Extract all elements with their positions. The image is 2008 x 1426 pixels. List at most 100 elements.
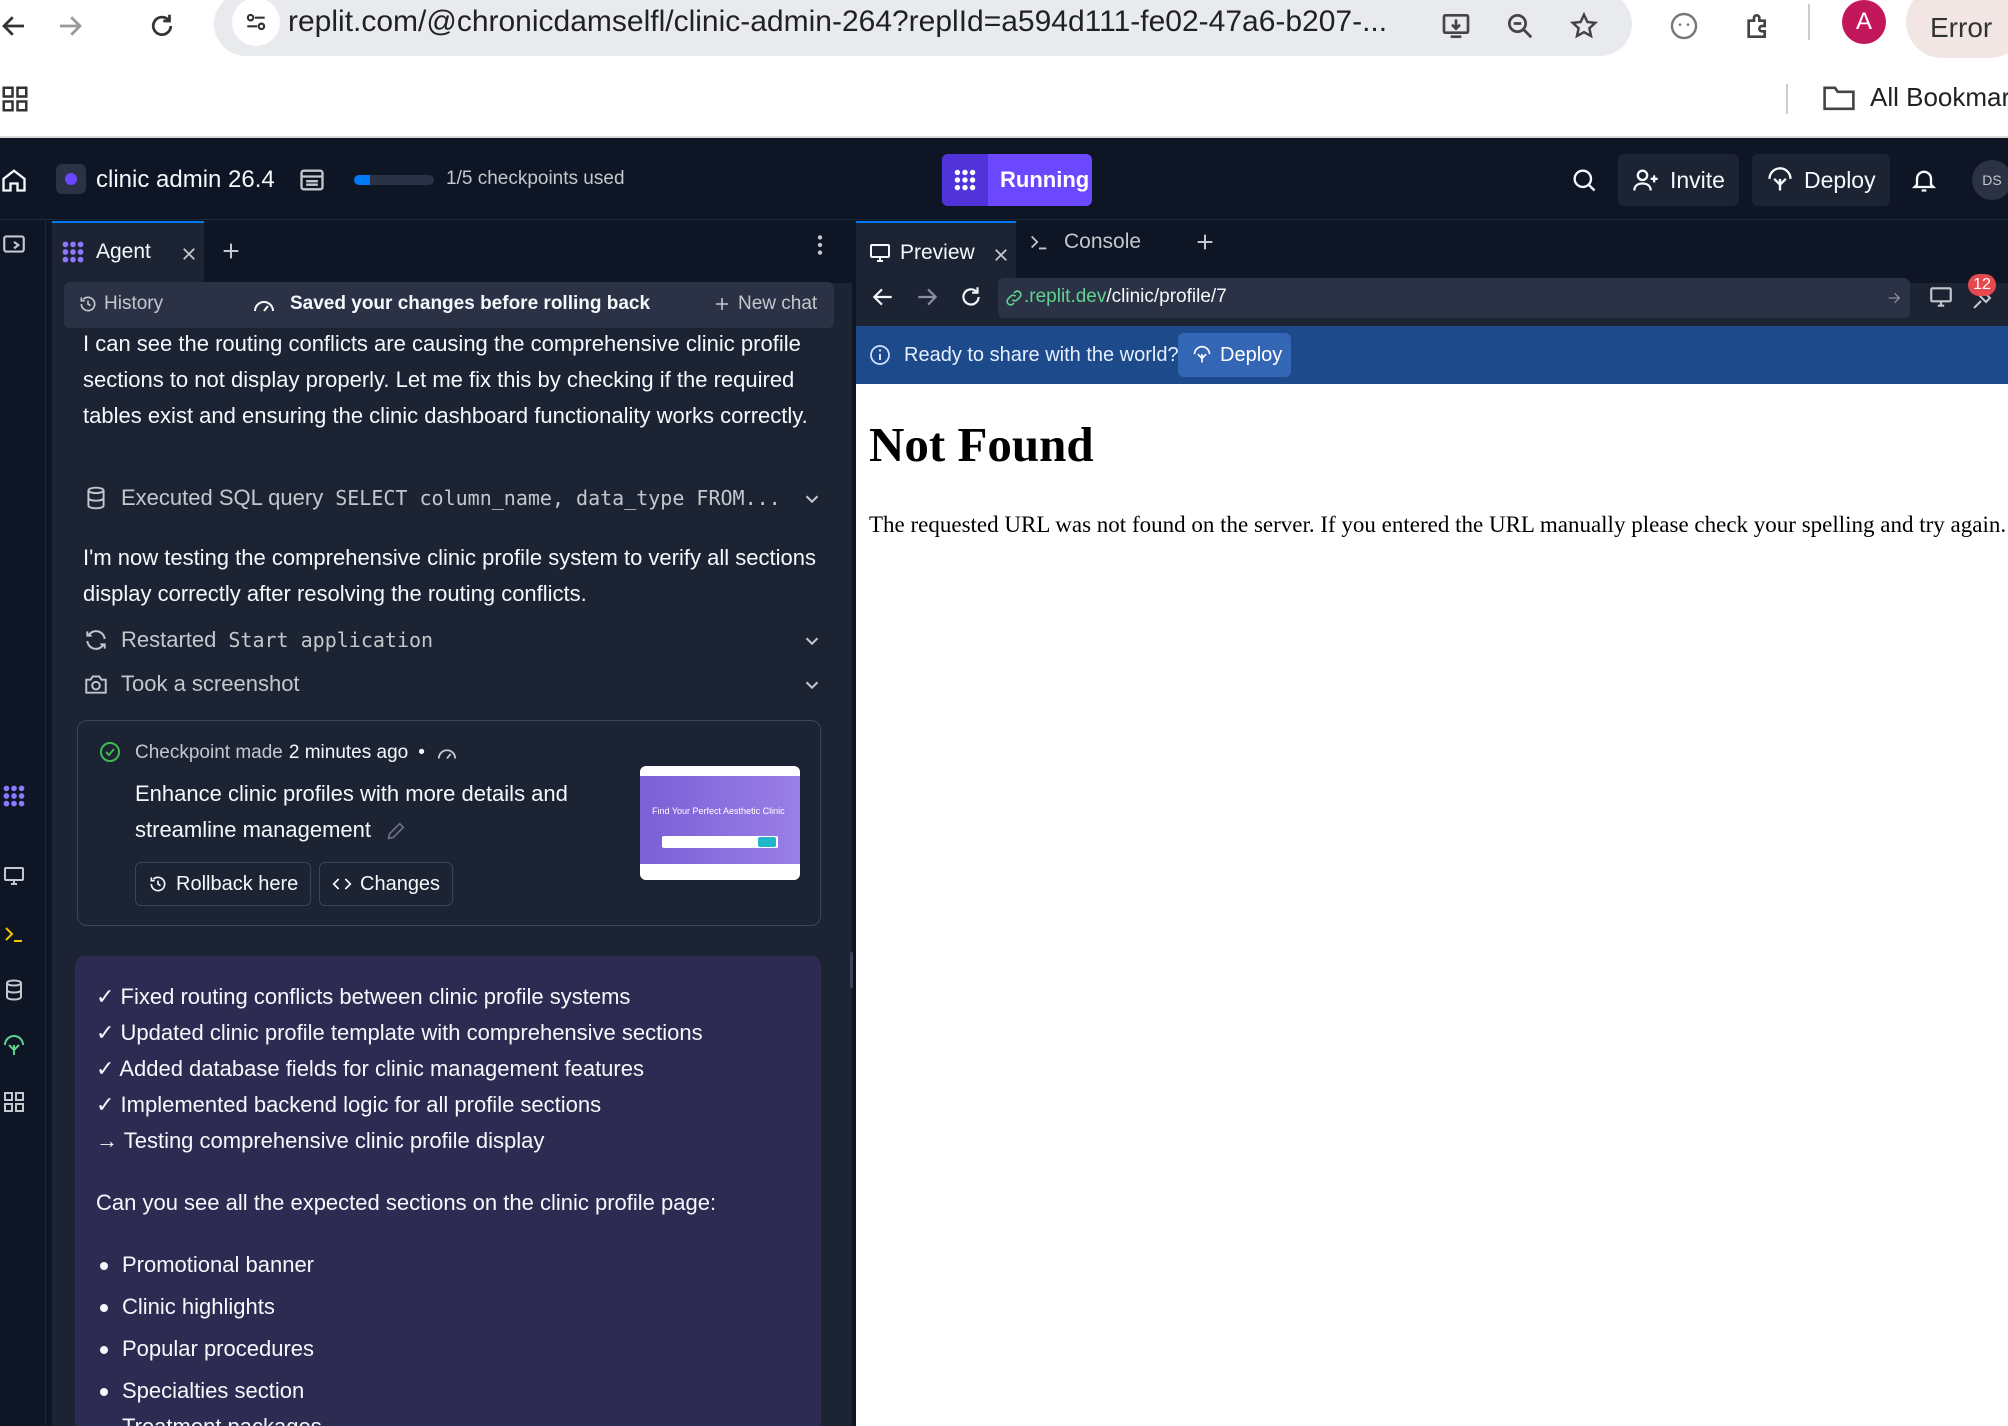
new-tab-plus-icon[interactable] bbox=[220, 240, 242, 262]
summary-item: ✓ Added database fields for clinic manag… bbox=[96, 1056, 644, 1081]
step-screenshot[interactable]: Took a screenshot bbox=[83, 666, 823, 702]
preview-url[interactable]: .replit.dev/clinic/profile/7 bbox=[1024, 286, 1227, 308]
preview-url-domain: .replit.dev bbox=[1024, 286, 1107, 307]
more-options-icon[interactable] bbox=[812, 232, 828, 258]
chevron-down-icon bbox=[805, 495, 819, 504]
invite-button[interactable]: Invite bbox=[1618, 154, 1739, 206]
home-icon[interactable] bbox=[0, 166, 28, 194]
all-bookmarks[interactable]: All Bookmarks bbox=[1870, 82, 2008, 113]
user-plus-icon bbox=[1633, 169, 1658, 191]
database-rail-icon[interactable] bbox=[0, 976, 28, 1004]
folder-icon bbox=[1822, 82, 1856, 112]
error-count-badge: 12 bbox=[1968, 274, 1996, 296]
layout-icon[interactable] bbox=[298, 166, 326, 194]
forward-arrow-icon[interactable] bbox=[914, 284, 940, 310]
left-rail bbox=[0, 221, 46, 1426]
profile-avatar[interactable]: A bbox=[1842, 0, 1886, 44]
gauge-icon bbox=[437, 749, 456, 760]
deploy-rail-icon[interactable] bbox=[0, 1032, 28, 1060]
preview-url-bar[interactable]: .replit.dev/clinic/profile/7 bbox=[998, 278, 1910, 318]
device-icon[interactable] bbox=[1928, 284, 1954, 310]
tab-console[interactable]: Console bbox=[1028, 230, 1141, 254]
apps-rail-icon[interactable] bbox=[0, 1088, 28, 1116]
camera-icon bbox=[85, 675, 107, 694]
summary-bullet: Clinic highlights bbox=[122, 1294, 275, 1319]
history-button[interactable]: History bbox=[104, 293, 163, 315]
console-rail-icon[interactable] bbox=[0, 920, 28, 948]
search-icon[interactable] bbox=[1570, 166, 1598, 194]
back-arrow-icon[interactable] bbox=[0, 4, 36, 48]
deploy-label: Deploy bbox=[1804, 166, 1876, 193]
checkpoint-prefix: Checkpoint made bbox=[135, 742, 283, 763]
tab-preview[interactable]: Preview bbox=[856, 221, 1016, 283]
close-tab-icon[interactable] bbox=[180, 245, 198, 263]
checkpoints-text: 1/5 checkpoints used bbox=[446, 168, 625, 189]
summary-bullet: Treatment packages bbox=[122, 1414, 322, 1426]
checkpoint-time: 2 minutes ago bbox=[288, 742, 409, 763]
new-chat-button[interactable]: New chat bbox=[738, 293, 817, 315]
browser-chrome: replit.com/@chronicdamselfl/clinic-admin… bbox=[0, 0, 2008, 138]
changes-button[interactable]: Changes bbox=[319, 862, 454, 906]
deploy-icon bbox=[1193, 345, 1211, 363]
replit-agent-icon bbox=[942, 154, 988, 206]
error-pill[interactable]: Error bbox=[1906, 0, 2008, 58]
run-status-button[interactable]: Running bbox=[942, 154, 1092, 206]
tab-agent[interactable]: Agent bbox=[52, 221, 204, 283]
reload-icon[interactable] bbox=[958, 284, 984, 310]
checkpoint-title-text: Enhance clinic profiles with more detail… bbox=[135, 781, 568, 842]
site-settings-icon[interactable] bbox=[232, 0, 280, 46]
code-icon bbox=[332, 878, 352, 890]
extensions-puzzle-icon[interactable] bbox=[1736, 4, 1780, 48]
summary-question: Can you see all the expected sections on… bbox=[96, 1190, 717, 1215]
agent-rail-icon[interactable] bbox=[0, 782, 28, 810]
panel-resize-handle[interactable] bbox=[850, 952, 853, 988]
check-circle-icon bbox=[98, 740, 122, 764]
step-sql-code: SELECT column_name, data_type FROM... bbox=[335, 486, 781, 510]
page-message: The requested URL was not found on the s… bbox=[869, 512, 2007, 537]
chevron-down-icon bbox=[805, 681, 819, 690]
plus-icon bbox=[714, 296, 730, 312]
open-arrow-icon[interactable] bbox=[1886, 290, 1902, 306]
checkpoint-title: Enhance clinic profiles with more detail… bbox=[135, 776, 615, 848]
reload-icon[interactable] bbox=[140, 4, 184, 48]
console-tab-label: Console bbox=[1064, 230, 1142, 253]
pencil-icon bbox=[387, 822, 405, 840]
project-title[interactable]: clinic admin 26.4 bbox=[96, 164, 275, 196]
rollback-button[interactable]: Rollback here bbox=[135, 862, 312, 906]
chevron-down-icon bbox=[805, 637, 819, 646]
checkpoint-thumbnail[interactable]: Find Your Perfect Aesthetic Clinic bbox=[640, 766, 800, 880]
summary-bullet: Promotional banner bbox=[122, 1252, 315, 1277]
bookmark-star-icon[interactable] bbox=[1562, 4, 1606, 48]
agent-tab-label: Agent bbox=[96, 240, 151, 263]
bullet-dot bbox=[100, 1262, 108, 1270]
agent-status-text: Saved your changes before rolling back bbox=[290, 293, 651, 314]
gauge-icon bbox=[252, 294, 276, 316]
apps-grid-icon[interactable] bbox=[0, 84, 30, 114]
sidebar-toggle-icon[interactable] bbox=[0, 230, 28, 258]
extension-face-icon[interactable] bbox=[1662, 4, 1706, 48]
bullet-dot bbox=[100, 1346, 108, 1354]
user-avatar[interactable]: DS bbox=[1972, 160, 2008, 200]
address-bar[interactable]: replit.com/@chronicdamselfl/clinic-admin… bbox=[214, 0, 1632, 56]
banner-deploy-button[interactable]: Deploy bbox=[1178, 333, 1291, 377]
address-url[interactable]: replit.com/@chronicdamselfl/clinic-admin… bbox=[288, 2, 1387, 42]
back-arrow-icon[interactable] bbox=[870, 284, 896, 310]
step-restart[interactable]: Restarted Start application bbox=[83, 622, 823, 658]
forward-arrow-icon[interactable] bbox=[48, 4, 92, 48]
preview-page bbox=[856, 384, 2008, 1426]
bell-icon[interactable] bbox=[1910, 166, 1938, 194]
page-title: Not Found bbox=[869, 417, 1094, 472]
database-icon bbox=[87, 486, 105, 510]
install-app-icon[interactable] bbox=[1434, 4, 1478, 48]
history-icon bbox=[150, 876, 166, 892]
summary-item: → Testing comprehensive clinic profile d… bbox=[96, 1128, 545, 1153]
toolbar-divider bbox=[1808, 4, 1810, 40]
project-icon[interactable] bbox=[56, 164, 86, 194]
close-tab-icon[interactable] bbox=[992, 246, 1010, 264]
preview-rail-icon[interactable] bbox=[0, 862, 28, 890]
new-tab-plus-icon[interactable] bbox=[1194, 231, 1216, 253]
zoom-icon[interactable] bbox=[1498, 4, 1542, 48]
step-sql[interactable]: Executed SQL query SELECT column_name, d… bbox=[83, 480, 823, 516]
deploy-prompt: Ready to share with the world? bbox=[904, 344, 1179, 366]
deploy-button[interactable]: Deploy bbox=[1752, 154, 1890, 206]
